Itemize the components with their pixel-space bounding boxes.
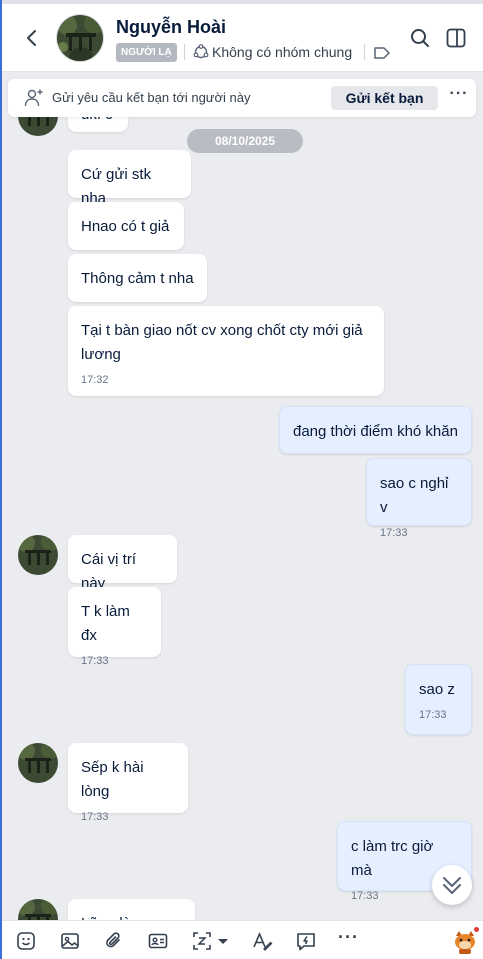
sidebar-panel-icon <box>446 28 466 48</box>
message-time: 17:33 <box>81 811 109 823</box>
screenshot-icon <box>193 932 211 950</box>
contact-name[interactable]: Nguyễn Hoài <box>116 17 226 38</box>
common-group-icon <box>193 44 209 60</box>
message-text: sao z <box>419 681 455 698</box>
back-button[interactable] <box>20 26 44 50</box>
message-bubble-incoming[interactable]: Cái vị trí này <box>68 535 177 592</box>
format-text-button[interactable] <box>251 930 273 952</box>
message-bubble-incoming[interactable]: Tại t bàn giao nốt cv xong chốt cty mới … <box>68 306 384 396</box>
message-bubble-incoming[interactable]: Cứ gửi stk nha <box>68 150 191 207</box>
message-bubble-outgoing[interactable]: sao z 17:33 <box>405 664 472 735</box>
message-time: 17:33 <box>380 527 408 539</box>
message-text: Thông cảm t nha <box>81 270 194 287</box>
emoji-icon <box>17 932 35 950</box>
friend-request-text: Gửi yêu cầu kết bạn tới người này <box>52 90 251 105</box>
stranger-badge: NGƯỜI LẠ <box>116 43 177 62</box>
message-text: Lẽ ra là ... <box>81 899 182 920</box>
scroll-to-bottom-button[interactable] <box>432 865 472 905</box>
sender-avatar[interactable] <box>18 743 58 783</box>
attach-file-button[interactable] <box>103 930 125 952</box>
toolbar-more-button[interactable]: ··· <box>338 927 359 948</box>
message-time: 17:33 <box>81 655 109 667</box>
chevron-left-icon <box>27 30 36 46</box>
message-text: T k làm đx <box>81 603 130 644</box>
attachment-icon <box>106 932 120 948</box>
sender-avatar[interactable] <box>18 535 58 575</box>
message-bubble-incoming[interactable]: Lẽ ra là ... <box>68 899 195 920</box>
message-text: Tại t bàn giao nốt cv xong chốt cty mới … <box>81 322 363 363</box>
message-text: sao c nghỉ v <box>380 475 449 516</box>
composer-toolbar: ··· <box>0 920 483 959</box>
common-group-text[interactable]: Không có nhóm chung <box>212 44 352 60</box>
date-separator: 08/10/2025 <box>187 129 303 153</box>
add-friend-icon <box>24 88 44 108</box>
quick-message-button[interactable] <box>295 930 317 952</box>
contact-card-icon <box>148 933 168 949</box>
chat-header: Nguyễn Hoài NGƯỜI LẠ Không có nhóm chung <box>0 4 483 72</box>
sender-avatar[interactable] <box>18 899 58 920</box>
message-bubble-incoming[interactable]: Thông cảm t nha <box>68 254 207 302</box>
image-icon <box>61 933 79 949</box>
conversation-info-button[interactable] <box>444 26 468 50</box>
screenshot-button[interactable] <box>191 930 213 952</box>
header-divider <box>364 44 365 60</box>
quick-message-icon <box>297 933 315 951</box>
message-text: Sếp k hài lòng <box>81 759 144 800</box>
contact-avatar[interactable] <box>56 14 104 62</box>
message-bubble-outgoing[interactable]: đang thời điểm khó khăn <box>279 406 472 454</box>
format-text-icon <box>253 931 273 951</box>
message-text: Hnao có t giả <box>81 218 170 235</box>
message-bubble-incoming[interactable]: Hnao có t giả <box>68 202 184 250</box>
search-icon <box>411 29 429 47</box>
caret-down-icon <box>218 939 228 944</box>
window-left-edge <box>0 0 2 959</box>
friend-request-more-button[interactable]: ··· <box>448 85 470 109</box>
message-bubble-incoming[interactable]: Sếp k hài lòng 17:33 <box>68 743 188 823</box>
screenshot-options-dropdown[interactable] <box>216 930 230 952</box>
header-divider <box>184 44 185 60</box>
label-tag-icon[interactable] <box>373 46 391 60</box>
message-time: 17:32 <box>81 374 109 386</box>
send-friend-request-button[interactable]: Gửi kết bạn <box>331 86 438 110</box>
message-text: đang thời điểm khó khăn <box>293 423 458 440</box>
message-bubble-outgoing[interactable]: sao c nghỉ v 17:33 <box>366 458 472 539</box>
search-button[interactable] <box>408 26 432 50</box>
window-top-strip <box>0 0 483 4</box>
notification-dot <box>474 927 479 932</box>
emoji-button[interactable] <box>15 930 37 952</box>
message-time: 17:33 <box>419 709 447 721</box>
message-list[interactable]: ukì c 08/10/2025 Cứ gửi stk nha Hnao có … <box>0 72 483 920</box>
send-contact-card-button[interactable] <box>147 930 169 952</box>
friend-request-bar: Gửi yêu cầu kết bạn tới người này Gửi kế… <box>8 79 476 117</box>
message-bubble-incoming[interactable]: T k làm đx 17:33 <box>68 587 161 667</box>
send-image-button[interactable] <box>59 930 81 952</box>
double-chevron-down-icon <box>443 877 461 894</box>
